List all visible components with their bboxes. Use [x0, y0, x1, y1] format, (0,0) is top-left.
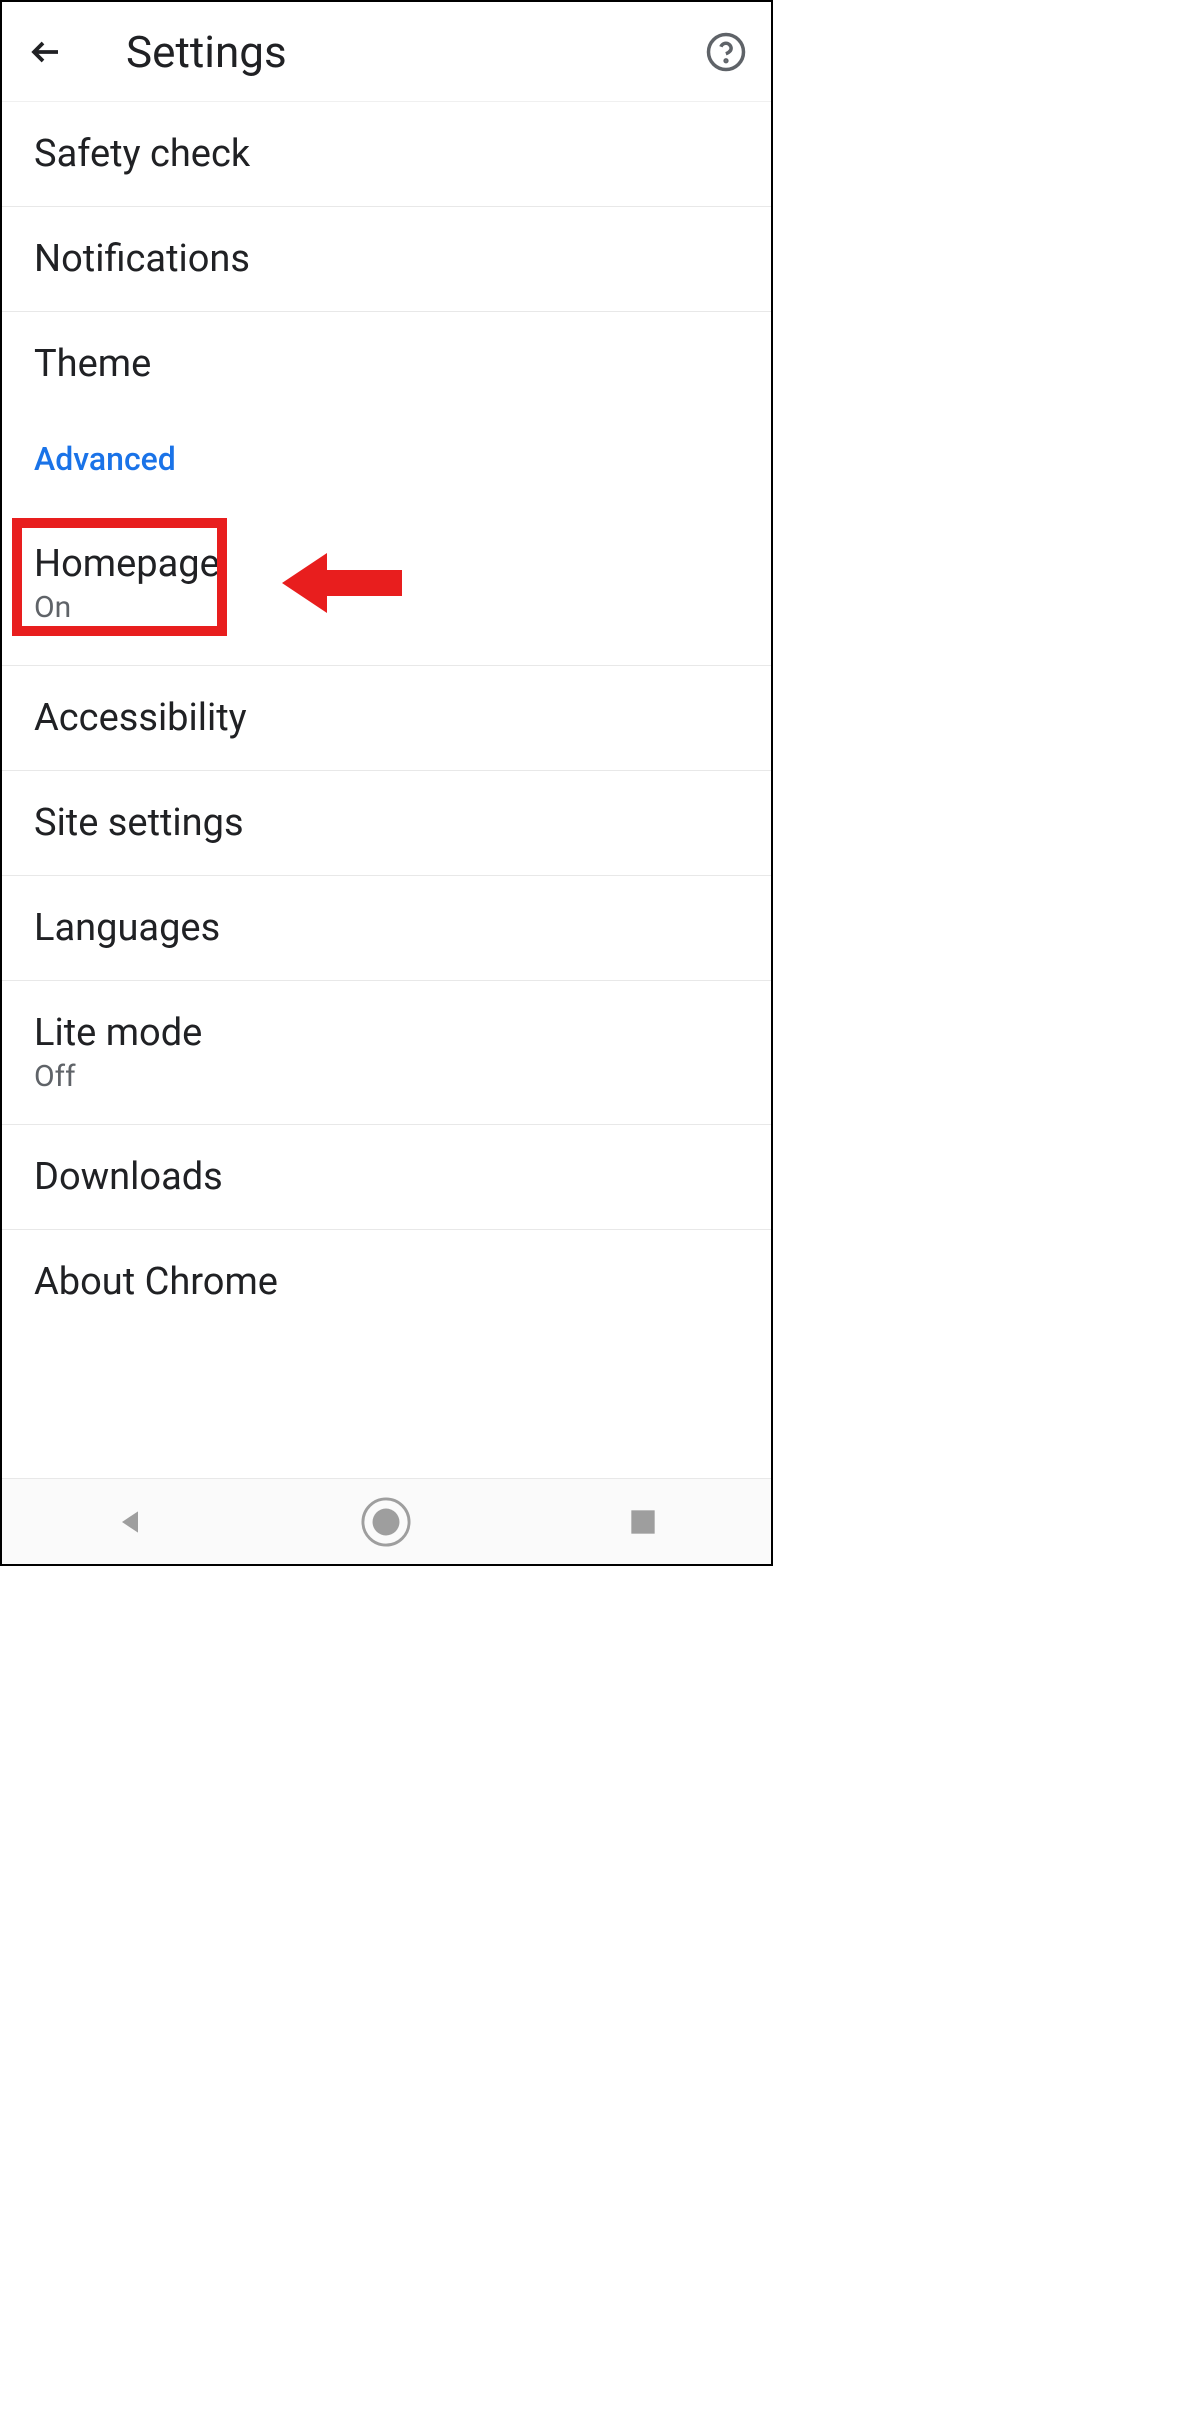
setting-accessibility[interactable]: Accessibility: [2, 666, 771, 771]
setting-label: Accessibility: [34, 696, 739, 740]
setting-sublabel: Off: [34, 1059, 739, 1094]
navigation-bar: [2, 1478, 771, 1564]
nav-back-button[interactable]: [105, 1497, 155, 1547]
setting-label: Homepage: [34, 542, 739, 586]
page-title: Settings: [126, 26, 287, 78]
setting-about-chrome[interactable]: About Chrome: [2, 1230, 771, 1334]
setting-languages[interactable]: Languages: [2, 876, 771, 981]
nav-recent-button[interactable]: [618, 1497, 668, 1547]
setting-site-settings[interactable]: Site settings: [2, 771, 771, 876]
header: Settings: [2, 2, 771, 102]
setting-notifications[interactable]: Notifications: [2, 207, 771, 312]
setting-safety-check[interactable]: Safety check: [2, 102, 771, 207]
back-icon[interactable]: [26, 32, 66, 72]
setting-label: Site settings: [34, 801, 739, 845]
setting-lite-mode[interactable]: Lite mode Off: [2, 981, 771, 1125]
setting-label: Safety check: [34, 132, 739, 176]
setting-label: Downloads: [34, 1155, 739, 1199]
help-icon[interactable]: [705, 31, 747, 73]
setting-theme[interactable]: Theme: [2, 312, 771, 416]
setting-label: Lite mode: [34, 1011, 739, 1055]
setting-label: Languages: [34, 906, 739, 950]
setting-label: About Chrome: [34, 1260, 739, 1304]
settings-list: Safety check Notifications Theme Advance…: [2, 102, 771, 1334]
setting-downloads[interactable]: Downloads: [2, 1125, 771, 1230]
setting-label: Theme: [34, 342, 739, 386]
setting-label: Notifications: [34, 237, 739, 281]
setting-sublabel: On: [34, 590, 739, 625]
section-header-advanced: Advanced: [2, 416, 771, 502]
setting-homepage[interactable]: Homepage On: [2, 502, 771, 666]
nav-home-button[interactable]: [361, 1497, 411, 1547]
